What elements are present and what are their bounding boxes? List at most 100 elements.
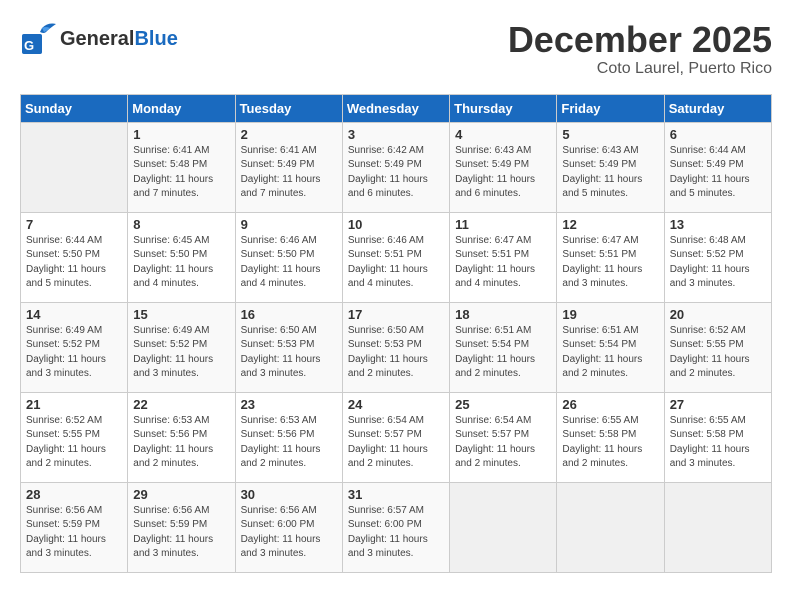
day-info: Sunrise: 6:44 AM Sunset: 5:49 PM Dayligh… xyxy=(670,144,766,202)
calendar-cell: 5 Sunrise: 6:43 AM Sunset: 5:49 PM Daylig… xyxy=(557,122,664,212)
day-info: Sunrise: 6:42 AM Sunset: 5:49 PM Dayligh… xyxy=(348,144,444,202)
calendar-header-row: SundayMondayTuesdayWednesdayThursdayFrid… xyxy=(21,94,772,122)
day-info: Sunrise: 6:46 AM Sunset: 5:50 PM Dayligh… xyxy=(241,234,337,292)
day-info: Sunrise: 6:54 AM Sunset: 5:57 PM Dayligh… xyxy=(455,414,551,472)
day-number: 1 xyxy=(133,127,229,142)
logo-general: General xyxy=(60,28,134,50)
calendar-table: SundayMondayTuesdayWednesdayThursdayFrid… xyxy=(20,94,772,573)
calendar-week-4: 21 Sunrise: 6:52 AM Sunset: 5:55 PM Dayli… xyxy=(21,392,772,482)
calendar-cell: 6 Sunrise: 6:44 AM Sunset: 5:49 PM Daylig… xyxy=(664,122,771,212)
day-info: Sunrise: 6:43 AM Sunset: 5:49 PM Dayligh… xyxy=(455,144,551,202)
day-info: Sunrise: 6:55 AM Sunset: 5:58 PM Dayligh… xyxy=(562,414,658,472)
calendar-week-2: 7 Sunrise: 6:44 AM Sunset: 5:50 PM Daylig… xyxy=(21,212,772,302)
day-header-tuesday: Tuesday xyxy=(235,94,342,122)
calendar-cell: 17Sunrise: 6:50 AM Sunset: 5:53 PM Dayli… xyxy=(342,302,449,392)
title-block: December 2025 Coto Laurel, Puerto Rico xyxy=(508,20,772,78)
calendar-cell xyxy=(664,482,771,572)
calendar-cell: 2Sunrise: 6:41 AM Sunset: 5:49 PM Daylig… xyxy=(235,122,342,212)
day-number: 23 xyxy=(241,397,337,412)
day-info: Sunrise: 6:52 AM Sunset: 5:55 PM Dayligh… xyxy=(670,324,766,382)
day-info: Sunrise: 6:47 AM Sunset: 5:51 PM Dayligh… xyxy=(455,234,551,292)
day-info: Sunrise: 6:56 AM Sunset: 5:59 PM Dayligh… xyxy=(133,504,229,562)
day-info: Sunrise: 6:57 AM Sunset: 6:00 PM Dayligh… xyxy=(348,504,444,562)
calendar-cell: 30Sunrise: 6:56 AM Sunset: 6:00 PM Dayli… xyxy=(235,482,342,572)
calendar-cell: 25 Sunrise: 6:54 AM Sunset: 5:57 PM Dayli… xyxy=(450,392,557,482)
calendar-cell: 29Sunrise: 6:56 AM Sunset: 5:59 PM Dayli… xyxy=(128,482,235,572)
day-number: 12 xyxy=(562,217,658,232)
calendar-week-3: 14Sunrise: 6:49 AM Sunset: 5:52 PM Dayli… xyxy=(21,302,772,392)
day-header-wednesday: Wednesday xyxy=(342,94,449,122)
day-number: 30 xyxy=(241,487,337,502)
header: G GeneralBlue December 2025 Coto Laurel,… xyxy=(20,20,772,78)
day-info: Sunrise: 6:46 AM Sunset: 5:51 PM Dayligh… xyxy=(348,234,444,292)
day-info: Sunrise: 6:50 AM Sunset: 5:53 PM Dayligh… xyxy=(348,324,444,382)
day-number: 28 xyxy=(26,487,122,502)
day-number: 3 xyxy=(348,127,444,142)
calendar-cell: 12 Sunrise: 6:47 AM Sunset: 5:51 PM Dayli… xyxy=(557,212,664,302)
day-number: 27 xyxy=(670,397,766,412)
day-info: Sunrise: 6:44 AM Sunset: 5:50 PM Dayligh… xyxy=(26,234,122,292)
day-number: 11 xyxy=(455,217,551,232)
calendar-cell: 31 Sunrise: 6:57 AM Sunset: 6:00 PM Dayli… xyxy=(342,482,449,572)
calendar-cell: 7 Sunrise: 6:44 AM Sunset: 5:50 PM Daylig… xyxy=(21,212,128,302)
day-info: Sunrise: 6:41 AM Sunset: 5:48 PM Dayligh… xyxy=(133,144,229,202)
calendar-cell: 1 Sunrise: 6:41 AM Sunset: 5:48 PM Daylig… xyxy=(128,122,235,212)
day-number: 6 xyxy=(670,127,766,142)
day-header-sunday: Sunday xyxy=(21,94,128,122)
calendar-week-1: 1 Sunrise: 6:41 AM Sunset: 5:48 PM Daylig… xyxy=(21,122,772,212)
day-number: 7 xyxy=(26,217,122,232)
day-info: Sunrise: 6:51 AM Sunset: 5:54 PM Dayligh… xyxy=(455,324,551,382)
calendar-cell: 28 Sunrise: 6:56 AM Sunset: 5:59 PM Dayli… xyxy=(21,482,128,572)
calendar-cell: 4 Sunrise: 6:43 AM Sunset: 5:49 PM Daylig… xyxy=(450,122,557,212)
day-number: 18 xyxy=(455,307,551,322)
day-info: Sunrise: 6:55 AM Sunset: 5:58 PM Dayligh… xyxy=(670,414,766,472)
logo-icon: G xyxy=(20,20,58,58)
day-info: Sunrise: 6:51 AM Sunset: 5:54 PM Dayligh… xyxy=(562,324,658,382)
calendar-cell: 8Sunrise: 6:45 AM Sunset: 5:50 PM Daylig… xyxy=(128,212,235,302)
calendar-cell: 11 Sunrise: 6:47 AM Sunset: 5:51 PM Dayli… xyxy=(450,212,557,302)
calendar-cell: 21 Sunrise: 6:52 AM Sunset: 5:55 PM Dayli… xyxy=(21,392,128,482)
calendar-cell: 27 Sunrise: 6:55 AM Sunset: 5:58 PM Dayli… xyxy=(664,392,771,482)
day-number: 31 xyxy=(348,487,444,502)
calendar-week-5: 28 Sunrise: 6:56 AM Sunset: 5:59 PM Dayli… xyxy=(21,482,772,572)
day-info: Sunrise: 6:56 AM Sunset: 5:59 PM Dayligh… xyxy=(26,504,122,562)
day-header-friday: Friday xyxy=(557,94,664,122)
day-header-monday: Monday xyxy=(128,94,235,122)
day-info: Sunrise: 6:50 AM Sunset: 5:53 PM Dayligh… xyxy=(241,324,337,382)
day-info: Sunrise: 6:47 AM Sunset: 5:51 PM Dayligh… xyxy=(562,234,658,292)
day-info: Sunrise: 6:52 AM Sunset: 5:55 PM Dayligh… xyxy=(26,414,122,472)
day-number: 10 xyxy=(348,217,444,232)
day-number: 21 xyxy=(26,397,122,412)
calendar-cell: 18 Sunrise: 6:51 AM Sunset: 5:54 PM Dayli… xyxy=(450,302,557,392)
calendar-cell: 16 Sunrise: 6:50 AM Sunset: 5:53 PM Dayli… xyxy=(235,302,342,392)
day-info: Sunrise: 6:53 AM Sunset: 5:56 PM Dayligh… xyxy=(133,414,229,472)
day-number: 22 xyxy=(133,397,229,412)
day-number: 5 xyxy=(562,127,658,142)
day-info: Sunrise: 6:48 AM Sunset: 5:52 PM Dayligh… xyxy=(670,234,766,292)
month-title: December 2025 xyxy=(508,20,772,60)
day-number: 13 xyxy=(670,217,766,232)
day-info: Sunrise: 6:49 AM Sunset: 5:52 PM Dayligh… xyxy=(133,324,229,382)
calendar-cell: 15 Sunrise: 6:49 AM Sunset: 5:52 PM Dayli… xyxy=(128,302,235,392)
calendar-cell xyxy=(450,482,557,572)
day-info: Sunrise: 6:49 AM Sunset: 5:52 PM Dayligh… xyxy=(26,324,122,382)
calendar-cell: 26Sunrise: 6:55 AM Sunset: 5:58 PM Dayli… xyxy=(557,392,664,482)
day-number: 19 xyxy=(562,307,658,322)
calendar-cell: 9 Sunrise: 6:46 AM Sunset: 5:50 PM Daylig… xyxy=(235,212,342,302)
day-info: Sunrise: 6:41 AM Sunset: 5:49 PM Dayligh… xyxy=(241,144,337,202)
calendar-cell: 23 Sunrise: 6:53 AM Sunset: 5:56 PM Dayli… xyxy=(235,392,342,482)
day-info: Sunrise: 6:53 AM Sunset: 5:56 PM Dayligh… xyxy=(241,414,337,472)
calendar-cell: 19 Sunrise: 6:51 AM Sunset: 5:54 PM Dayli… xyxy=(557,302,664,392)
day-header-saturday: Saturday xyxy=(664,94,771,122)
day-info: Sunrise: 6:45 AM Sunset: 5:50 PM Dayligh… xyxy=(133,234,229,292)
calendar-cell: 10 Sunrise: 6:46 AM Sunset: 5:51 PM Dayli… xyxy=(342,212,449,302)
day-number: 15 xyxy=(133,307,229,322)
day-number: 9 xyxy=(241,217,337,232)
calendar-cell: 22 Sunrise: 6:53 AM Sunset: 5:56 PM Dayli… xyxy=(128,392,235,482)
day-number: 4 xyxy=(455,127,551,142)
day-number: 16 xyxy=(241,307,337,322)
day-number: 25 xyxy=(455,397,551,412)
day-info: Sunrise: 6:54 AM Sunset: 5:57 PM Dayligh… xyxy=(348,414,444,472)
calendar-cell: 13 Sunrise: 6:48 AM Sunset: 5:52 PM Dayli… xyxy=(664,212,771,302)
day-info: Sunrise: 6:43 AM Sunset: 5:49 PM Dayligh… xyxy=(562,144,658,202)
